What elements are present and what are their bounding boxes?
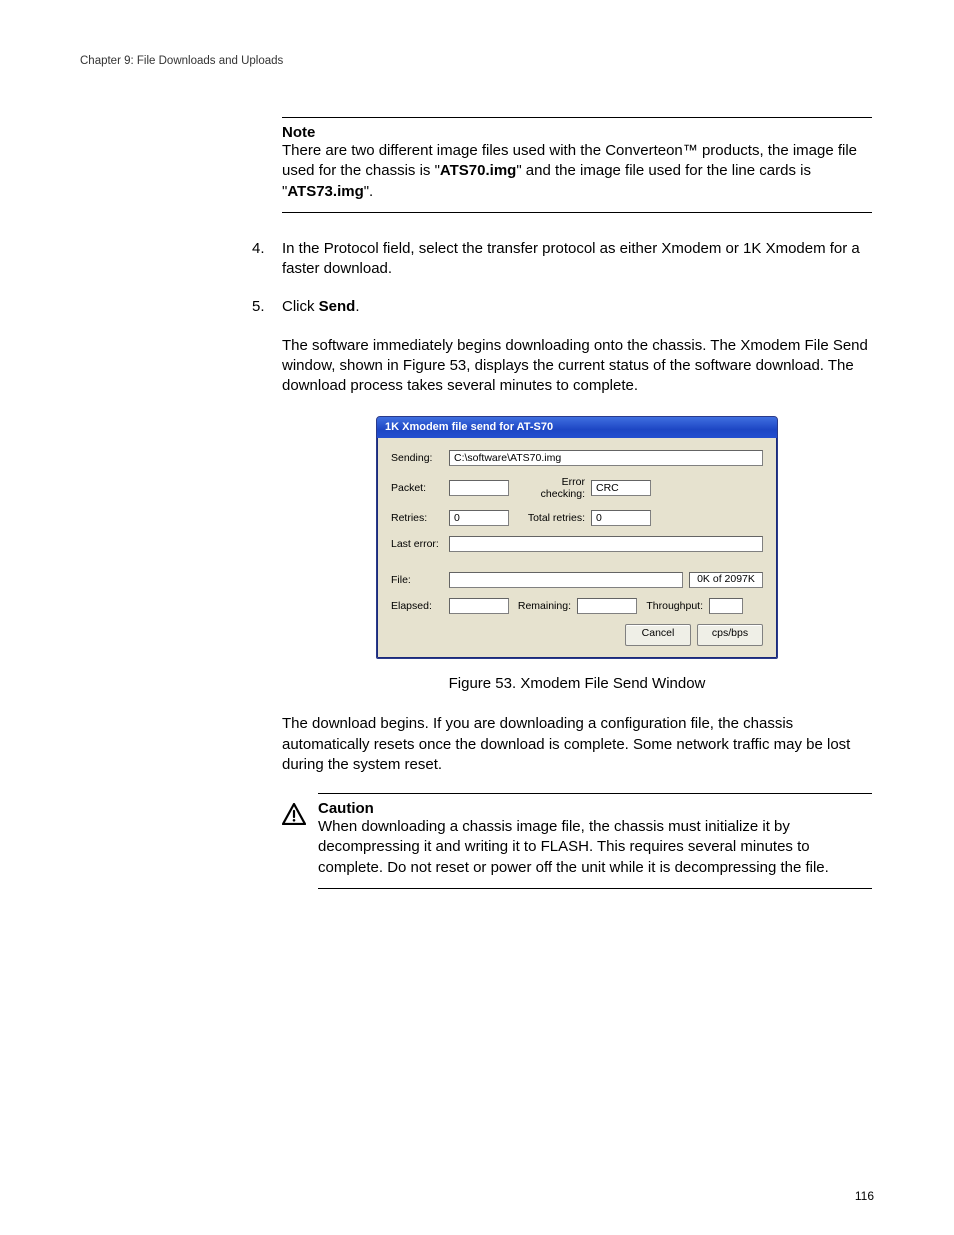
field-remaining xyxy=(577,598,637,614)
label-sending: Sending: xyxy=(391,452,443,464)
document-page: Chapter 9: File Downloads and Uploads No… xyxy=(0,0,954,1235)
label-throughput: Throughput: xyxy=(643,600,703,612)
field-retries: 0 xyxy=(449,510,509,526)
row-file: File: 0K of 2097K xyxy=(391,572,763,588)
label-remaining: Remaining: xyxy=(515,600,571,612)
field-sending: C:\software\ATS70.img xyxy=(449,450,763,466)
step-5-pre: Click xyxy=(282,298,319,315)
row-packet: Packet: Error checking: CRC xyxy=(391,476,763,500)
step-5-post: . xyxy=(355,298,359,315)
field-throughput xyxy=(709,598,743,614)
main-content-column: Note There are two different image files… xyxy=(282,117,872,889)
note-title: Note xyxy=(282,124,872,141)
separator xyxy=(391,562,763,572)
page-number: 116 xyxy=(855,1189,874,1203)
label-file: File: xyxy=(391,574,443,586)
field-error-checking: CRC xyxy=(591,480,651,496)
file-status: 0K of 2097K xyxy=(689,572,763,588)
label-error-checking: Error checking: xyxy=(515,476,585,500)
row-sending: Sending: C:\software\ATS70.img xyxy=(391,450,763,466)
label-last-error: Last error: xyxy=(391,538,443,550)
step-5-bold: Send xyxy=(319,298,356,315)
label-retries: Retries: xyxy=(391,512,443,524)
caution-callout: Caution When downloading a chassis image… xyxy=(282,793,872,889)
xmodem-window: 1K Xmodem file send for AT-S70 Sending: … xyxy=(376,416,778,659)
window-body: Sending: C:\software\ATS70.img Packet: E… xyxy=(377,438,777,658)
cancel-button[interactable]: Cancel xyxy=(625,624,691,646)
note-callout: Note There are two different image files… xyxy=(282,117,872,213)
note-text-post: ". xyxy=(364,183,374,200)
window-titlebar: 1K Xmodem file send for AT-S70 xyxy=(377,417,777,438)
step-5-text: Click Send. xyxy=(282,297,872,317)
field-total-retries: 0 xyxy=(591,510,651,526)
field-packet xyxy=(449,480,509,496)
chapter-header: Chapter 9: File Downloads and Uploads xyxy=(80,55,874,67)
step-4-number: 4. xyxy=(252,239,282,280)
row-elapsed: Elapsed: Remaining: Throughput: xyxy=(391,598,763,614)
cpsbps-button[interactable]: cps/bps xyxy=(697,624,763,646)
step-4: 4. In the Protocol field, select the tra… xyxy=(252,239,872,280)
row-last-error: Last error: xyxy=(391,536,763,552)
progress-bar xyxy=(449,572,683,588)
caution-box: Caution When downloading a chassis image… xyxy=(318,793,872,889)
field-last-error xyxy=(449,536,763,552)
caution-body: When downloading a chassis image file, t… xyxy=(318,817,872,878)
note-file2: ATS73.img xyxy=(287,183,363,200)
label-elapsed: Elapsed: xyxy=(391,600,443,612)
step-5-number: 5. xyxy=(252,297,282,317)
step-4-text: In the Protocol field, select the transf… xyxy=(282,239,872,280)
caution-title: Caution xyxy=(318,800,872,817)
post-figure-paragraph: The download begins. If you are download… xyxy=(282,714,872,775)
note-body: There are two different image files used… xyxy=(282,141,872,202)
button-row: Cancel cps/bps xyxy=(391,624,763,646)
step-5: 5. Click Send. xyxy=(252,297,872,317)
row-retries: Retries: 0 Total retries: 0 xyxy=(391,510,763,526)
label-packet: Packet: xyxy=(391,482,443,494)
figure-caption: Figure 53. Xmodem File Send Window xyxy=(282,675,872,692)
label-total-retries: Total retries: xyxy=(515,512,585,524)
warning-icon xyxy=(282,793,308,889)
note-file1: ATS70.img xyxy=(440,162,516,179)
field-elapsed xyxy=(449,598,509,614)
download-paragraph: The software immediately begins download… xyxy=(282,336,872,397)
